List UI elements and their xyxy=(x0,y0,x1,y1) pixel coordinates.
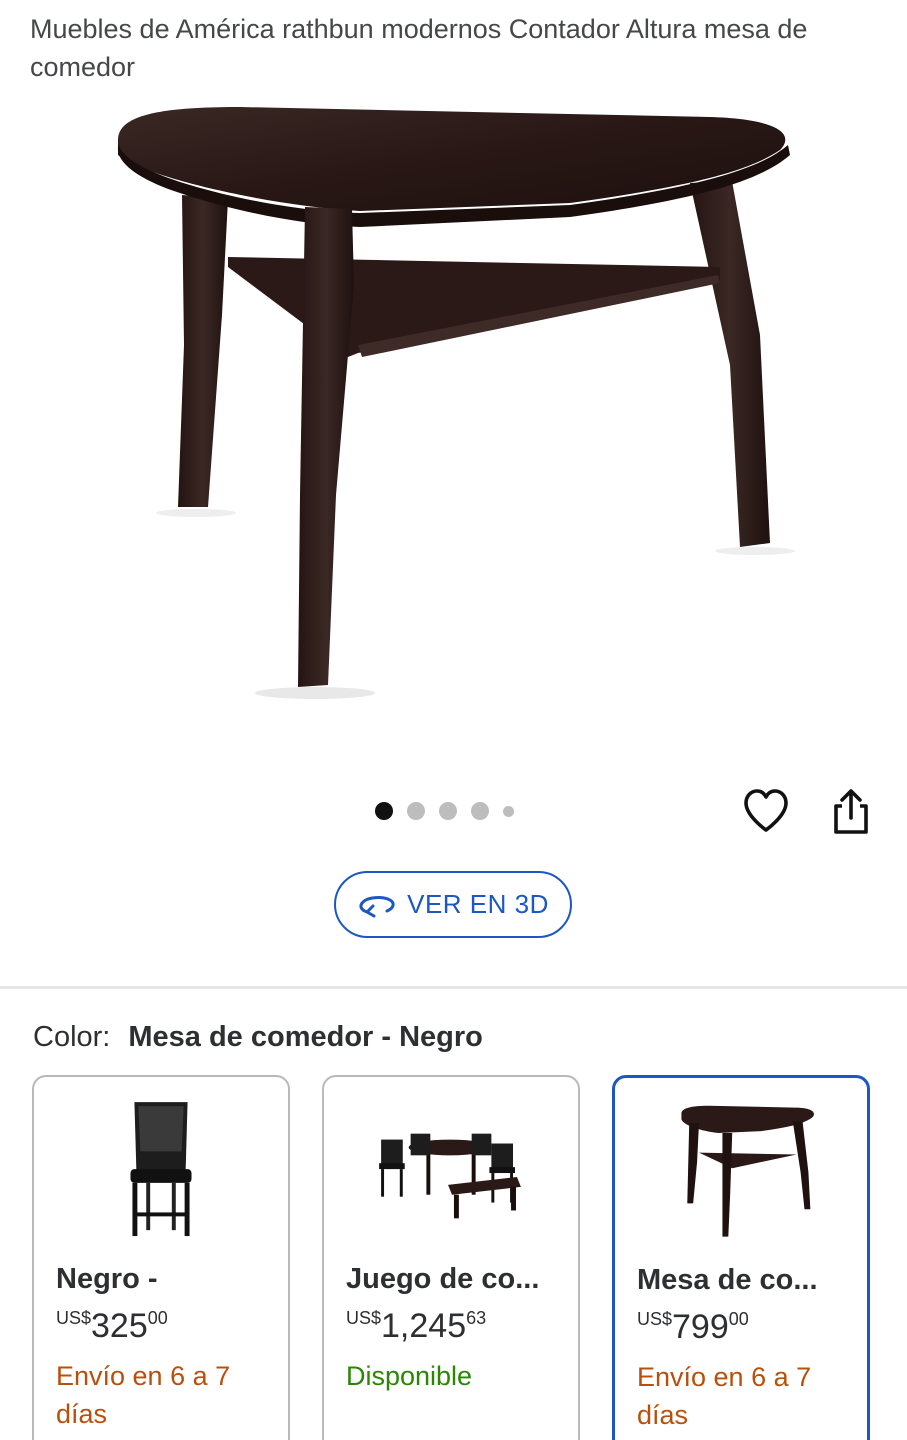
carousel-dot-4[interactable] xyxy=(471,802,489,820)
heart-icon[interactable] xyxy=(742,788,790,834)
view-in-3d-label: VER EN 3D xyxy=(407,889,549,919)
variant-option-chair[interactable]: Negro - US$32500 Envío en 6 a 7 días xyxy=(32,1075,290,1440)
product-title: Muebles de América rathbun modernos Cont… xyxy=(30,14,808,82)
variant-image-dining-table xyxy=(681,1105,814,1237)
variant-option-dining-set[interactable]: Juego de co... US$1,24563 Disponible xyxy=(322,1075,580,1440)
carousel-dot-3[interactable] xyxy=(439,802,457,820)
carousel-dot-1[interactable] xyxy=(375,802,393,820)
color-label: Color: xyxy=(33,1021,111,1053)
selected-color-value: Mesa de comedor - Negro xyxy=(128,1021,483,1053)
variant-shipping: Envío en 6 a 7 días xyxy=(56,1361,231,1429)
color-selector-heading: Color: Mesa de comedor - Negro xyxy=(33,1018,483,1056)
variant-image-chair xyxy=(130,1102,192,1237)
variant-name: Mesa de co... xyxy=(637,1264,818,1296)
view-in-3d-button[interactable]: VER EN 3D xyxy=(334,871,572,938)
variant-name: Juego de co... xyxy=(346,1263,540,1295)
variant-price: US$79900 xyxy=(637,1308,749,1346)
carousel-dot-2[interactable] xyxy=(407,802,425,820)
rotate-3d-icon xyxy=(359,895,395,917)
section-divider xyxy=(0,986,907,989)
variant-shipping: Envío en 6 a 7 días xyxy=(637,1362,812,1430)
variant-price: US$32500 xyxy=(56,1307,168,1345)
variant-name: Negro - xyxy=(56,1263,158,1295)
variant-price: US$1,24563 xyxy=(346,1307,487,1345)
variant-availability: Disponible xyxy=(346,1361,473,1391)
image-carousel-indicator xyxy=(375,802,514,820)
variant-option-dining-table[interactable]: Mesa de co... US$79900 Envío en 6 a 7 dí… xyxy=(612,1075,870,1440)
product-main-image[interactable] xyxy=(100,95,810,735)
variant-image-dining-set xyxy=(379,1133,521,1219)
carousel-dot-5[interactable] xyxy=(503,805,514,817)
share-icon[interactable] xyxy=(828,788,874,836)
